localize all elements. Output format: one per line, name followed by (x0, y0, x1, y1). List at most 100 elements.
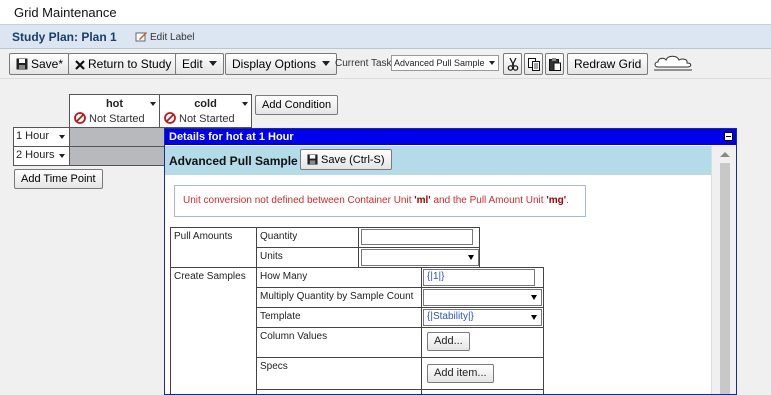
chevron-down-icon (468, 255, 474, 260)
grid-column-header-hot[interactable]: hot Not Started (69, 94, 160, 128)
return-to-study-button[interactable]: Return to Study (68, 53, 179, 75)
add-specs-item-button[interactable]: Add item... (427, 364, 494, 383)
column-status-text: Not Started (179, 113, 235, 125)
multiply-quantity-label: Multiply Quantity by Sample Count (256, 287, 422, 308)
cloud-icon (654, 55, 692, 71)
edit-menu-button[interactable]: Edit (175, 53, 224, 75)
how-many-input[interactable]: {|1|} (423, 269, 535, 286)
units-field-cell (358, 247, 480, 268)
add-column-values-button[interactable]: Add... (427, 332, 470, 351)
warning-message-box: Unit conversion not defined between Cont… (174, 185, 586, 217)
display-options-label: Display Options (232, 57, 317, 71)
column-name: hot (105, 98, 124, 110)
save-button[interactable]: Save* (9, 53, 71, 75)
details-panel: Details for hot at 1 Hour Advanced Pull … (164, 128, 737, 395)
chevron-down-icon (208, 61, 217, 66)
vertical-scrollbar[interactable] (711, 146, 736, 394)
multiply-quantity-select[interactable] (423, 289, 542, 306)
template-field-cell: {|Stability|} (421, 307, 544, 328)
next-row-field-cell (421, 389, 544, 394)
next-row-label-cell (256, 389, 422, 394)
chevron-down-icon[interactable] (59, 135, 65, 139)
toolbar: Save* Return to Study Edit Display Optio… (0, 49, 771, 79)
row-label: 2 Hours (16, 149, 55, 161)
create-samples-section-label: Create Samples (170, 267, 257, 394)
warning-text-suffix: . (566, 195, 569, 206)
minimize-icon[interactable] (724, 132, 733, 141)
paste-button[interactable] (545, 53, 564, 75)
chevron-down-icon[interactable] (150, 102, 156, 106)
return-to-study-label: Return to Study (88, 57, 172, 71)
scrollbar-thumb[interactable] (720, 163, 730, 394)
floppy-disk-icon (16, 58, 28, 70)
row-label: 1 Hour (16, 130, 50, 142)
specs-label: Specs (256, 357, 422, 390)
scissors-icon (507, 58, 519, 71)
warning-pull-unit: 'mg' (546, 195, 567, 206)
edit-pencil-icon (135, 32, 147, 42)
study-plan-bar: Study Plan: Plan 1 Edit Label (0, 25, 771, 49)
grid-column-header-cold[interactable]: cold Not Started (159, 94, 252, 128)
copy-button[interactable] (524, 53, 543, 75)
column-values-label: Column Values (256, 327, 422, 358)
current-task-value: Advanced Pull Sample (394, 58, 485, 68)
warning-message: Unit conversion not defined between Cont… (183, 195, 569, 206)
pull-amounts-section-label: Pull Amounts (170, 227, 257, 268)
edit-label-text: Edit Label (150, 32, 195, 43)
redraw-grid-label: Redraw Grid (574, 57, 642, 71)
chevron-down-icon (531, 295, 537, 300)
not-started-icon (164, 112, 176, 124)
template-label: Template (256, 307, 422, 328)
cut-button[interactable] (503, 53, 522, 75)
quantity-label: Quantity (256, 227, 359, 248)
add-condition-button[interactable]: Add Condition (255, 95, 339, 115)
column-status: Not Started (74, 112, 145, 125)
edit-label-link[interactable]: Edit Label (135, 31, 194, 43)
specs-field-cell: Add item... (421, 357, 544, 390)
task-title: Advanced Pull Sample (169, 154, 298, 168)
grid-row-header-1-hour[interactable]: 1 Hour (13, 127, 70, 147)
save-ctrl-s-label: Save (Ctrl-S) (321, 154, 385, 166)
warning-container-unit: 'ml' (414, 195, 431, 206)
copy-icon (528, 58, 540, 71)
chevron-down-icon[interactable] (242, 102, 248, 106)
quantity-field-cell (358, 227, 480, 248)
grid-cell-hot-2-hours[interactable] (69, 146, 165, 166)
save-ctrl-s-button[interactable]: Save (Ctrl-S) (300, 149, 392, 170)
column-name: cold (194, 98, 217, 110)
grid-cell-hot-1-hour[interactable] (69, 127, 165, 147)
chevron-down-icon (531, 315, 537, 320)
quantity-input[interactable] (361, 229, 473, 245)
not-started-icon (74, 112, 86, 124)
warning-text-middle: and the Pull Amount Unit (430, 195, 547, 206)
chevron-down-icon (489, 61, 495, 65)
study-plan-title: Study Plan: Plan 1 (12, 30, 117, 44)
column-status: Not Started (164, 112, 235, 125)
window-title: Grid Maintenance (14, 5, 117, 20)
close-x-icon (75, 60, 85, 70)
units-select[interactable] (361, 249, 479, 266)
warning-text-prefix: Unit conversion not defined between Cont… (183, 195, 415, 206)
chevron-down-icon[interactable] (59, 154, 65, 158)
window-title-bar: Grid Maintenance (0, 0, 771, 25)
save-button-label: Save* (31, 57, 64, 71)
scroll-up-arrow-icon[interactable] (720, 152, 730, 157)
floppy-disk-icon (307, 154, 318, 165)
how-many-label: How Many (256, 267, 422, 288)
multiply-quantity-field-cell (421, 287, 544, 308)
how-many-field-cell: {|1|} (421, 267, 544, 288)
redraw-grid-button[interactable]: Redraw Grid (567, 53, 649, 75)
template-value: {|Stability|} (427, 311, 474, 322)
edit-menu-label: Edit (182, 57, 203, 71)
current-task-label: Current Task: (335, 58, 395, 69)
grid-row-header-2-hours[interactable]: 2 Hours (13, 146, 70, 166)
display-options-button[interactable]: Display Options (225, 53, 338, 75)
column-values-field-cell: Add... (421, 327, 544, 358)
add-time-point-button[interactable]: Add Time Point (14, 169, 103, 189)
template-select[interactable]: {|Stability|} (423, 309, 542, 326)
chevron-down-icon (322, 61, 331, 66)
clipboard-paste-icon (549, 58, 561, 71)
details-panel-title: Details for hot at 1 Hour (169, 131, 294, 143)
details-panel-header: Details for hot at 1 Hour (165, 129, 736, 145)
current-task-select[interactable]: Advanced Pull Sample (391, 55, 499, 71)
